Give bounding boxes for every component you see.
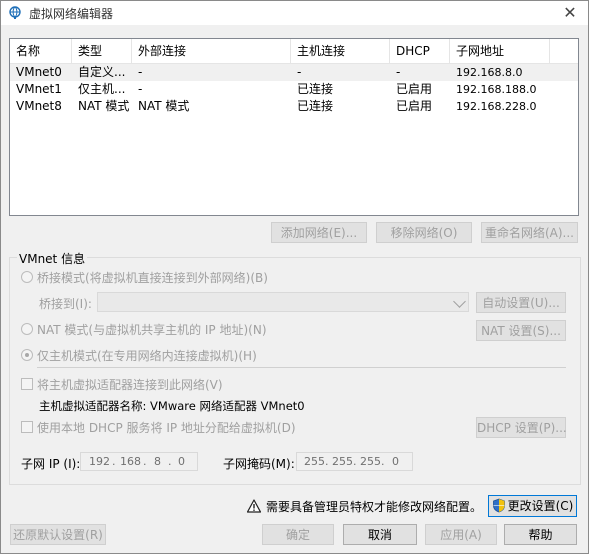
ip-octet: 0 (392, 455, 399, 468)
ok-button[interactable]: 确定 (262, 524, 334, 545)
cell-subnet: 192.168.228.0 (456, 100, 537, 113)
ip-dot: . (353, 455, 357, 468)
nat-label[interactable]: NAT 模式(与虚拟机共享主机的 IP 地址)(N) (37, 321, 267, 338)
rename-network-button[interactable]: 重命名网络(A)... (481, 222, 578, 243)
separator (37, 367, 566, 368)
auto-settings-button[interactable]: 自动设置(U)... (476, 292, 566, 313)
add-network-button[interactable]: 添加网络(E)... (271, 222, 367, 243)
cell-external: - (138, 65, 143, 79)
cell-type: 自定义... (78, 65, 126, 79)
host-only-radio[interactable] (21, 349, 33, 361)
column-header-dhcp[interactable]: DHCP (390, 39, 450, 63)
ip-dot: . (143, 455, 147, 468)
cell-external: - (138, 82, 143, 96)
cell-subnet: 192.168.8.0 (456, 66, 523, 79)
vmnet-info-label: VMnet 信息 (17, 250, 88, 267)
change-settings-label: 更改设置(C) (507, 499, 574, 513)
cell-external: NAT 模式 (138, 99, 190, 113)
subnet-mask-input[interactable]: 255 . 255 . 255 . 0 (296, 452, 413, 471)
adapter-name-text: 主机虚拟适配器名称: VMware 网络适配器 VMnet0 (39, 399, 305, 413)
ip-octet: 8 (154, 455, 161, 468)
cell-dhcp: 已启用 (396, 99, 433, 113)
dhcp-settings-button[interactable]: DHCP 设置(P)... (476, 417, 567, 438)
help-button[interactable]: 帮助 (504, 524, 577, 545)
column-header-external[interactable]: 外部连接 (132, 39, 291, 63)
ip-octet: 192 (89, 455, 110, 468)
column-header-name[interactable]: 名称 (10, 39, 72, 63)
admin-notice: 需要具备管理员特权才能修改网络配置。 (266, 500, 483, 514)
cell-host: - (297, 65, 302, 79)
use-dhcp-checkbox[interactable] (21, 421, 33, 433)
table-row[interactable]: VMnet0 自定义... - - - 192.168.8.0 (10, 64, 578, 81)
ip-octet: 0 (178, 455, 185, 468)
ip-dot: . (112, 455, 116, 468)
host-only-label[interactable]: 仅主机模式(在专用网络内连接虚拟机)(H) (37, 347, 257, 364)
ip-octet: 255 (360, 455, 381, 468)
virtual-network-editor-window: 虚拟网络编辑器 ✕ 名称 类型 外部连接 主机连接 DHCP 子网地址 VMne… (0, 0, 589, 554)
cell-type: 仅主机... (78, 82, 126, 96)
use-dhcp-label[interactable]: 使用本地 DHCP 服务将 IP 地址分配给虚拟机(D) (37, 419, 296, 436)
nat-settings-button[interactable]: NAT 设置(S)... (476, 320, 566, 341)
table-row[interactable]: VMnet8 NAT 模式 NAT 模式 已连接 已启用 192.168.228… (10, 98, 578, 115)
restore-defaults-button[interactable]: 还原默认设置(R) (10, 524, 106, 545)
network-globe-icon (9, 6, 21, 19)
subnet-mask-label: 子网掩码(M): (223, 457, 295, 471)
network-list[interactable]: 名称 类型 外部连接 主机连接 DHCP 子网地址 VMnet0 自定义... … (9, 38, 579, 216)
nat-radio[interactable] (21, 323, 33, 335)
connect-adapter-label[interactable]: 将主机虚拟适配器连接到此网络(V) (37, 376, 223, 393)
bridged-radio[interactable] (21, 271, 33, 283)
title-bar: 虚拟网络编辑器 ✕ (1, 1, 588, 25)
ip-dot: . (325, 455, 329, 468)
cell-dhcp: - (396, 65, 401, 79)
bridge-to-label: 桥接到(I): (39, 297, 92, 311)
apply-button[interactable]: 应用(A) (425, 524, 497, 545)
bridge-to-select[interactable] (97, 292, 469, 312)
warning-icon (247, 499, 261, 513)
cancel-button[interactable]: 取消 (343, 524, 417, 545)
shield-icon (493, 498, 505, 513)
cell-name: VMnet0 (16, 65, 62, 79)
cell-dhcp: 已启用 (396, 82, 433, 96)
bridged-label[interactable]: 桥接模式(将虚拟机直接连接到外部网络)(B) (37, 269, 268, 286)
remove-network-button[interactable]: 移除网络(O) (376, 222, 472, 243)
close-icon[interactable]: ✕ (560, 3, 580, 23)
column-header-type[interactable]: 类型 (72, 39, 132, 63)
window-title: 虚拟网络编辑器 (29, 7, 114, 21)
column-header-subnet[interactable]: 子网地址 (450, 39, 550, 63)
cell-type: NAT 模式 (78, 99, 130, 113)
subnet-ip-label: 子网 IP (I): (21, 457, 81, 471)
cell-host: 已连接 (297, 82, 334, 96)
cell-subnet: 192.168.188.0 (456, 83, 537, 96)
table-row[interactable]: VMnet1 仅主机... - 已连接 已启用 192.168.188.0 (10, 81, 578, 98)
column-header-host[interactable]: 主机连接 (291, 39, 390, 63)
list-header: 名称 类型 外部连接 主机连接 DHCP 子网地址 (10, 39, 578, 64)
chevron-down-icon (453, 295, 466, 308)
cell-name: VMnet1 (16, 82, 62, 96)
cell-host: 已连接 (297, 99, 334, 113)
ip-octet: 168 (120, 455, 141, 468)
connect-adapter-checkbox[interactable] (21, 378, 33, 390)
cell-name: VMnet8 (16, 99, 62, 113)
ip-octet: 255 (304, 455, 325, 468)
subnet-ip-input[interactable]: 192 . 168 . 8 . 0 (80, 452, 198, 471)
ip-dot: . (168, 455, 172, 468)
ip-dot: . (381, 455, 385, 468)
ip-octet: 255 (332, 455, 353, 468)
